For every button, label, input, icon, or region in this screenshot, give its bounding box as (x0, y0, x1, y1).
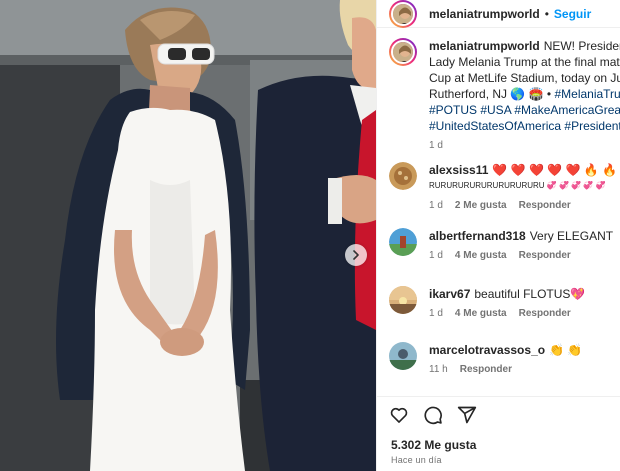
reply-button[interactable]: Responder (519, 250, 571, 261)
caption-username[interactable]: melaniatrumpworld (429, 39, 540, 53)
avatar-image (389, 286, 417, 314)
hashtag-melaniatrump[interactable]: #MelaniaTrump (554, 87, 620, 101)
comment-time[interactable]: 1 d (429, 308, 443, 319)
like-button[interactable] (389, 405, 409, 428)
comment-likes[interactable]: 4 Me gusta (455, 308, 507, 319)
caption-line: melaniatrumpworldNEW! President D (429, 38, 620, 54)
comment-item: albertfernand318 Very ELEGANT 1 d 4 Me gu… (377, 228, 620, 286)
photo-image (0, 0, 376, 471)
comments-scroll-area[interactable]: melaniatrumpworldNEW! President D Lady M… (377, 38, 620, 388)
commenter-avatar[interactable] (389, 228, 417, 256)
comment-text: 👏 👏 (549, 343, 583, 357)
comment-time[interactable]: 11 h (429, 364, 448, 375)
comment-text-2: RURURURURURURURURURU 💞 💞 💞 💞 💞 (429, 181, 606, 190)
author-avatar-image (393, 3, 413, 24)
comment-icon (424, 406, 442, 425)
caption: melaniatrumpworldNEW! President D Lady M… (377, 38, 620, 162)
caption-avatar[interactable] (389, 38, 417, 66)
follow-button[interactable]: Seguir (554, 7, 591, 21)
caption-text-2: Lady Melania Trump at the final match (429, 55, 620, 69)
commenter-avatar[interactable] (389, 286, 417, 314)
chevron-right-icon (353, 250, 359, 260)
commenter-avatar[interactable] (389, 162, 417, 190)
likes-count[interactable]: 5.302 Me gusta (391, 438, 476, 452)
comment-username[interactable]: alexsiss11 (429, 163, 488, 177)
share-icon (457, 406, 477, 424)
caption-hashtags-1[interactable]: #POTUS #USA #MakeAmericaGreatAg (429, 102, 620, 118)
comment-username[interactable]: ikarv67 (429, 287, 470, 301)
post-header: melaniatrumpworld • Seguir (377, 0, 620, 28)
next-photo-button[interactable] (345, 244, 367, 266)
post-side-panel: melaniatrumpworld • Seguir melaniatrumpw… (376, 0, 620, 471)
comment-text: beautiful FLOTUS💖 (474, 287, 586, 301)
comment-text: Very ELEGANT (529, 229, 614, 243)
commenter-avatar[interactable] (389, 342, 417, 370)
comment-time[interactable]: 1 d (429, 200, 443, 211)
avatar-image (389, 342, 417, 370)
comment-likes[interactable]: 4 Me gusta (455, 250, 507, 261)
caption-text-1: NEW! President D (543, 39, 620, 53)
comment-item: ikarv67 beautiful FLOTUS💖 1 d 4 Me gusta … (377, 286, 620, 342)
heart-icon (390, 407, 408, 423)
instagram-post-view: melaniatrumpworld • Seguir melaniatrumpw… (0, 0, 620, 471)
share-button[interactable] (457, 405, 477, 428)
comment-username[interactable]: albertfernand318 (429, 229, 526, 243)
avatar-image (389, 162, 417, 190)
reply-button[interactable]: Responder (519, 308, 571, 319)
comment-item: marcelotravassos_o 👏 👏 11 h Responder (377, 342, 620, 388)
comment-time[interactable]: 1 d (429, 250, 443, 261)
comment-username[interactable]: marcelotravassos_o (429, 343, 545, 357)
comment-button[interactable] (423, 405, 443, 428)
comment-text: ❤️ ❤️ ❤️ ❤️ ❤️ 🔥 🔥 🔥 🔥 (492, 163, 620, 177)
caption-text-4: Rutherford, NJ 🌎 🏟️ • (429, 87, 552, 101)
reply-button[interactable]: Responder (460, 364, 512, 375)
comment-likes[interactable]: 2 Me gusta (455, 200, 507, 211)
comment-item: alexsiss11 ❤️ ❤️ ❤️ ❤️ ❤️ 🔥 🔥 🔥 🔥 RURURUR… (377, 162, 620, 228)
caption-hashtags-2[interactable]: #UnitedStatesOfAmerica #President (429, 118, 620, 134)
author-username[interactable]: melaniatrumpworld (429, 7, 540, 21)
post-timestamp[interactable]: Hace un día (391, 455, 442, 465)
author-avatar[interactable] (389, 0, 417, 28)
reply-button[interactable]: Responder (519, 200, 571, 211)
avatar-image (389, 228, 417, 256)
caption-avatar-image (393, 42, 413, 62)
caption-line-4: Rutherford, NJ 🌎 🏟️ • #MelaniaTrump (429, 86, 620, 102)
caption-time[interactable]: 1 d (429, 140, 443, 151)
caption-text-3: Cup at MetLife Stadium, today on July (429, 71, 620, 85)
post-actions (377, 396, 620, 436)
post-photo[interactable] (0, 0, 376, 471)
separator-dot: • (544, 6, 549, 21)
